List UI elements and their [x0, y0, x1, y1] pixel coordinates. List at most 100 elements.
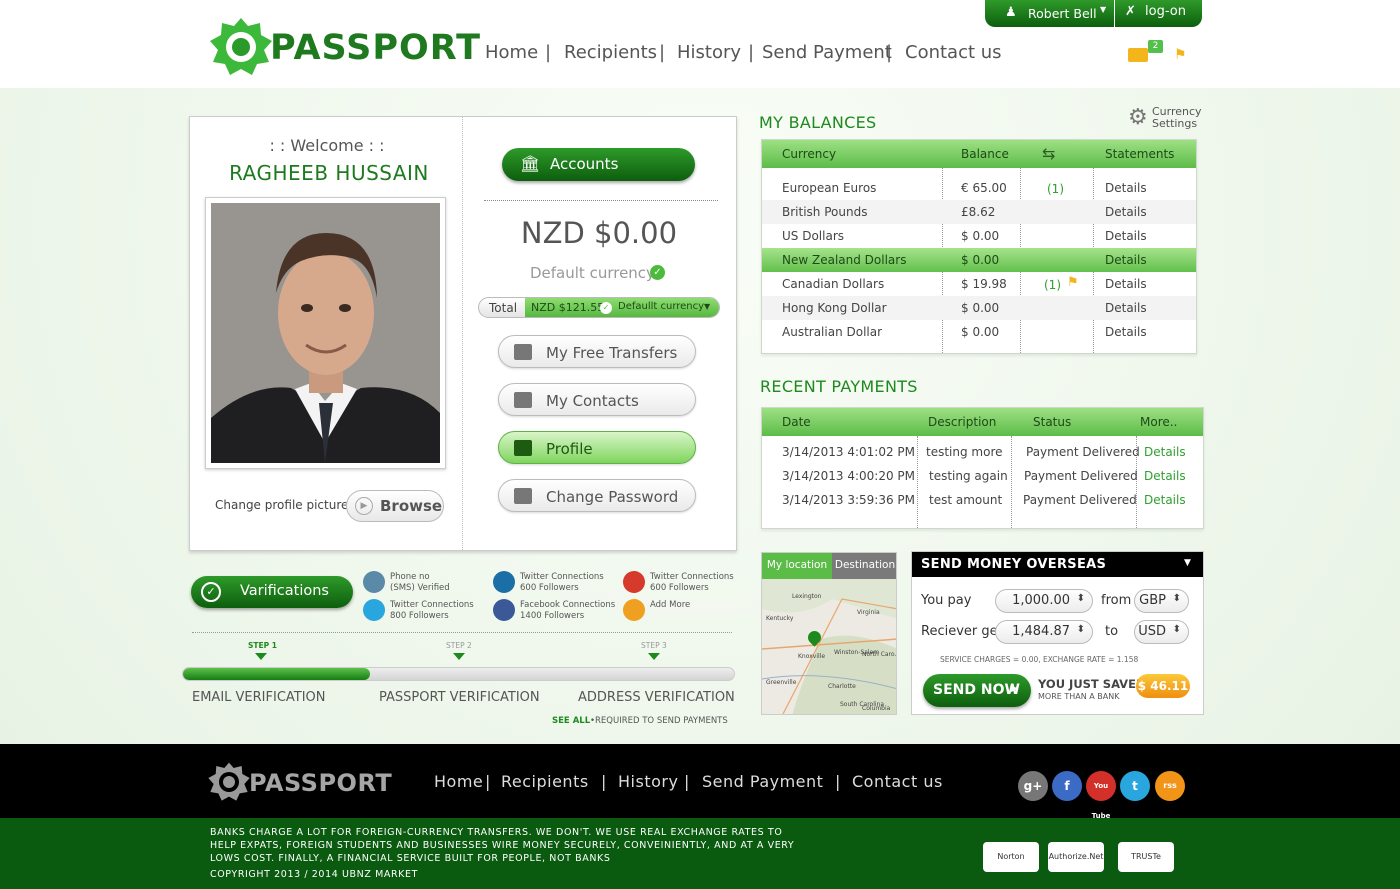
- balance-row[interactable]: European Euros € 65.00 (1) Details: [762, 176, 1196, 200]
- tab-destination[interactable]: Destination: [832, 553, 896, 579]
- location-map[interactable]: My location Destination Lexington Kentuck…: [761, 552, 897, 715]
- user-menu-button[interactable]: ♟ Robert Bell ▼: [985, 0, 1114, 27]
- verifications-button[interactable]: ✓ Varifications: [191, 576, 353, 608]
- profile-button[interactable]: Profile: [498, 431, 696, 464]
- add-icon[interactable]: [623, 599, 645, 621]
- footer-logo[interactable]: PASSPORT: [207, 760, 392, 806]
- tab-my-location[interactable]: My location: [762, 553, 832, 579]
- flag-icon[interactable]: ⚑: [1174, 47, 1187, 63]
- footer-nav-contact[interactable]: Contact us: [852, 772, 943, 791]
- map-label: Lexington: [792, 593, 822, 600]
- change-password-button[interactable]: Change Password: [498, 479, 696, 512]
- authorize-net-badge[interactable]: Authorize.Net: [1048, 842, 1104, 872]
- google-plus-icon[interactable]: g+: [1018, 771, 1048, 801]
- map-label: Columbia: [862, 705, 891, 712]
- payment-status: Payment Delivered: [1026, 445, 1140, 459]
- norton-badge[interactable]: Norton: [983, 842, 1039, 872]
- my-free-transfers-button[interactable]: My Free Transfers: [498, 335, 696, 368]
- change-picture-label: Change profile picture: [215, 498, 349, 512]
- statement-details-link[interactable]: Details: [1105, 277, 1147, 291]
- rss-icon[interactable]: rss: [1155, 771, 1185, 801]
- nav-recipients[interactable]: Recipients: [564, 42, 657, 63]
- statement-details-link[interactable]: Details: [1105, 325, 1147, 339]
- balance-currency: Canadian Dollars: [782, 277, 885, 291]
- twitter-icon[interactable]: [363, 599, 385, 621]
- balance-row[interactable]: Hong Kong Dollar $ 0.00 Details: [762, 296, 1196, 320]
- see-all-link[interactable]: SEE ALL: [552, 716, 590, 726]
- google-plus-icon[interactable]: [623, 571, 645, 593]
- my-contacts-button[interactable]: My Contacts: [498, 383, 696, 416]
- social-line2: 1400 Followers: [520, 611, 585, 621]
- twitter-icon[interactable]: t: [1120, 771, 1150, 801]
- balance-currency: European Euros: [782, 181, 877, 195]
- footer-nav-send-payment[interactable]: Send Payment: [702, 772, 823, 791]
- accounts-button[interactable]: 🏛 Accounts: [502, 148, 695, 181]
- payment-details-link[interactable]: Details: [1144, 445, 1186, 459]
- payment-details-link[interactable]: Details: [1144, 493, 1186, 507]
- stage-email: EMAIL VERIFICATION: [192, 690, 326, 705]
- to-currency-select[interactable]: USD: [1134, 620, 1189, 644]
- balance-amount: $ 19.98: [961, 277, 1007, 291]
- statement-details-link[interactable]: Details: [1105, 253, 1147, 267]
- balance-row[interactable]: Australian Dollar $ 0.00 Details: [762, 320, 1196, 344]
- facebook-icon[interactable]: [493, 599, 515, 621]
- default-currency-select[interactable]: Defaullt currency: [618, 301, 704, 312]
- default-currency-label: Default currency: [530, 264, 655, 282]
- col-currency: Currency: [782, 147, 837, 161]
- facebook-icon[interactable]: f: [1052, 771, 1082, 801]
- linkedin-icon[interactable]: [493, 571, 515, 593]
- balance-row[interactable]: Canadian Dollars $ 19.98 (1) ⚑ Details: [762, 272, 1196, 296]
- statement-details-link[interactable]: Details: [1105, 301, 1147, 315]
- social-line1: Twitter Connections: [390, 600, 474, 610]
- contacts-label: My Contacts: [546, 392, 639, 410]
- bank-icon: 🏛: [520, 154, 541, 173]
- youtube-icon[interactable]: You Tube: [1086, 771, 1116, 820]
- mail-icon[interactable]: [1128, 48, 1148, 62]
- social-item-text: Twitter Connections 600 Followers: [520, 572, 604, 594]
- payment-status: Payment Delivered: [1023, 493, 1137, 507]
- footer-nav-recipients[interactable]: Recipients: [501, 772, 589, 791]
- saved-amount-badge: $ 46.11: [1136, 674, 1190, 698]
- nav-home[interactable]: Home: [485, 42, 538, 63]
- verifications-label: Varifications: [240, 583, 329, 599]
- logon-button[interactable]: ✗ log-on: [1115, 0, 1202, 27]
- statement-details-link[interactable]: Details: [1105, 229, 1147, 243]
- footer-nav-history[interactable]: History: [618, 772, 678, 791]
- balance-row[interactable]: US Dollars $ 0.00 Details: [762, 224, 1196, 248]
- pay-amount-input[interactable]: 1,000.00: [995, 589, 1093, 613]
- settings-line2: Settings: [1152, 117, 1198, 130]
- nav-history[interactable]: History: [677, 42, 741, 63]
- verification-progress-fill: [183, 668, 371, 680]
- nav-send-payment[interactable]: Send Payment: [762, 42, 892, 63]
- chevron-down-icon[interactable]: ▼: [704, 302, 710, 311]
- receive-amount-input[interactable]: 1,484.87: [995, 620, 1093, 644]
- send-now-button[interactable]: SEND NOW ▶: [923, 674, 1031, 707]
- footer-nav-home[interactable]: Home: [434, 772, 483, 791]
- col-date: Date: [782, 415, 811, 429]
- from-currency-select[interactable]: GBP: [1134, 589, 1189, 613]
- total-value: NZD $121.55: [531, 301, 605, 314]
- browse-button[interactable]: ▶ Browse: [346, 490, 444, 522]
- refresh-icon[interactable]: ⇆: [1042, 144, 1055, 163]
- currency-settings-link[interactable]: ⚙ Currency Settings: [1128, 104, 1202, 132]
- chevron-down-icon: ▼: [1184, 558, 1191, 568]
- send-money-header[interactable]: SEND MONEY OVERSEAS ▼: [912, 552, 1203, 577]
- balance-amount: $ 0.00: [961, 301, 1000, 315]
- nav-contact-us[interactable]: Contact us: [905, 42, 1002, 63]
- statement-details-link[interactable]: Details: [1105, 205, 1147, 219]
- check-icon: ✓: [600, 302, 612, 314]
- social-line1: Add More: [650, 600, 691, 610]
- payment-details-link[interactable]: Details: [1144, 469, 1186, 483]
- balance-currency: Hong Kong Dollar: [782, 301, 887, 315]
- nav-separator: |: [748, 42, 755, 63]
- site-logo[interactable]: PASSPORT: [208, 16, 480, 78]
- balance-row[interactable]: British Pounds £8.62 Details: [762, 200, 1196, 224]
- truste-badge[interactable]: TRUSTe: [1118, 842, 1174, 872]
- stage-address: ADDRESS VERIFICATION: [578, 690, 735, 705]
- pending-count[interactable]: (1): [1044, 278, 1061, 292]
- phone-icon[interactable]: [363, 571, 385, 593]
- statement-details-link[interactable]: Details: [1105, 181, 1147, 195]
- check-circle-icon: ✓: [201, 582, 221, 602]
- pending-count[interactable]: (1): [1047, 182, 1064, 196]
- balance-row[interactable]: New Zealand Dollars $ 0.00 Details: [762, 248, 1196, 272]
